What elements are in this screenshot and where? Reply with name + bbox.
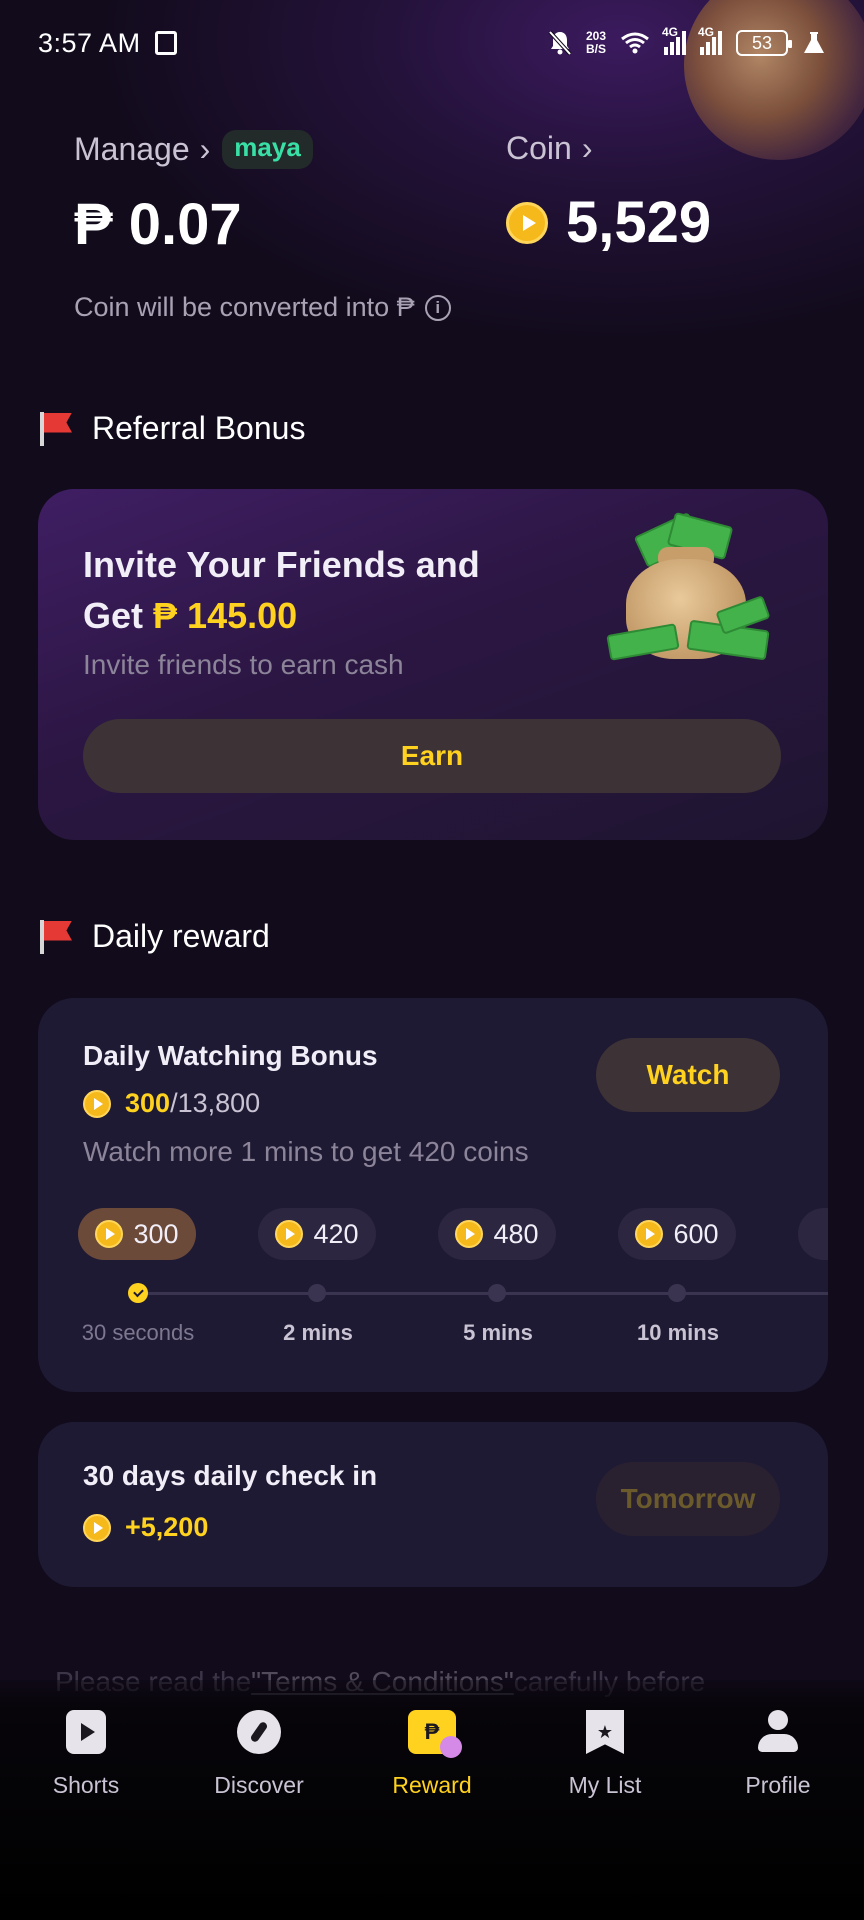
daily-watching-title: Daily Watching Bonus <box>83 1040 378 1071</box>
coin-icon <box>275 1220 304 1248</box>
nav-my-list[interactable]: ★ My List <box>530 1710 680 1799</box>
cash-amount: ₱ 0.07 <box>74 192 242 257</box>
coin-icon <box>95 1220 124 1248</box>
milestone-pill: 600 <box>618 1208 736 1260</box>
coin-amount-row: 5,529 <box>506 189 711 256</box>
nav-profile[interactable]: Profile <box>703 1710 853 1799</box>
battery-icon: 53 <box>736 30 792 56</box>
nav-label: Reward <box>392 1772 472 1798</box>
info-icon[interactable]: i <box>424 294 451 321</box>
app-notification-icon <box>154 31 177 55</box>
bottom-nav: Shorts Discover ₱ Reward ★ My List Profi… <box>0 1680 864 1920</box>
milestone-label: 5 mins <box>463 1320 533 1345</box>
tomorrow-button: Tomorrow <box>596 1462 780 1536</box>
cell-signal-1-icon: 4G <box>662 25 686 55</box>
milestone-label: 10 mins <box>637 1320 719 1345</box>
milestone-pill: 420 <box>258 1208 376 1260</box>
nav-discover[interactable]: Discover <box>184 1710 334 1799</box>
referral-heading: Referral Bonus <box>38 410 305 447</box>
milestone-label: 30 seconds <box>81 1320 195 1345</box>
status-icons: 203 B/S 4G 4G 53 <box>548 25 826 56</box>
notifications-off-icon <box>548 30 572 56</box>
referral-title: Invite Your Friends and Get ₱ 145.00 <box>83 544 480 636</box>
milestone-dot <box>488 1284 506 1302</box>
coin-icon <box>635 1220 664 1248</box>
daily-hint: Watch more 1 mins to get 420 coins <box>83 1136 529 1167</box>
referral-amount: ₱ 145.00 <box>153 595 298 636</box>
checkin-title: 30 days daily check in <box>83 1460 378 1491</box>
earn-button[interactable]: Earn <box>83 719 781 793</box>
watch-button[interactable]: Watch <box>596 1038 780 1112</box>
network-speed: 203 B/S <box>585 29 606 56</box>
milestone-pill: 480 <box>438 1208 556 1260</box>
red-flag-icon <box>38 919 74 954</box>
checkin-reward: +5,200 <box>83 1512 208 1543</box>
nav-label: Profile <box>745 1772 811 1798</box>
milestone-dot <box>668 1284 686 1302</box>
coin-icon <box>455 1220 484 1248</box>
coin-amount: 5,529 <box>566 190 712 255</box>
cash-balance: Manage › maya ₱ 0.07 <box>74 130 313 258</box>
daily-progress: 300/13,800 <box>83 1088 260 1119</box>
milestone-label: 2 mins <box>283 1320 353 1345</box>
nav-label: Discover <box>214 1772 304 1798</box>
person-icon <box>756 1710 800 1754</box>
conversion-note: Coin will be converted into ₱ i <box>74 292 451 323</box>
flask-icon <box>804 32 824 53</box>
coin-icon <box>83 1089 111 1118</box>
status-time: 3:57 AM <box>38 27 141 58</box>
status-bar: 3:57 AM 203 B/S 4G 4G 53 <box>0 0 864 86</box>
coin-icon <box>506 201 548 244</box>
coin-icon <box>83 1513 111 1542</box>
coin-balance: Coin › 5,529 <box>506 130 711 256</box>
milestone-track: 300 30 seconds 420 2 mins 480 5 mins 600… <box>38 1208 828 1358</box>
milestone-check-dot <box>128 1283 148 1303</box>
milestone-pill: 300 <box>78 1208 196 1260</box>
chevron-right-icon: › <box>199 131 211 167</box>
nav-label: Shorts <box>52 1772 120 1798</box>
referral-card: Invite Your Friends and Get ₱ 145.00 Inv… <box>38 489 828 840</box>
referral-subtitle: Invite friends to earn cash <box>83 649 404 680</box>
milestone-dot <box>308 1284 326 1302</box>
daily-reward-heading: Daily reward <box>38 918 270 955</box>
nav-label: My List <box>568 1772 642 1798</box>
nav-reward[interactable]: ₱ Reward <box>357 1710 507 1799</box>
wifi-icon <box>621 32 649 54</box>
compass-icon <box>237 1710 281 1754</box>
money-bag-icon <box>606 511 778 669</box>
daily-watching-card: Daily Watching Bonus 300/13,800 Watch mo… <box>38 998 828 1392</box>
milestone-pill <box>798 1208 828 1260</box>
manage-link[interactable]: Manage › maya <box>74 130 313 169</box>
maya-badge: maya <box>222 130 313 169</box>
nav-shorts[interactable]: Shorts <box>11 1710 161 1799</box>
bookmark-star-icon: ★ <box>586 1710 624 1754</box>
reward-icon: ₱ <box>408 1710 462 1758</box>
milestone-label: 2 <box>778 1320 828 1346</box>
shorts-icon <box>66 1710 106 1754</box>
chevron-right-icon: › <box>581 130 593 166</box>
coin-link[interactable]: Coin › <box>506 130 711 167</box>
red-flag-icon <box>38 411 74 446</box>
milestone-line <box>138 1292 828 1295</box>
cell-signal-2-icon: 4G <box>698 25 722 55</box>
daily-checkin-card: 30 days daily check in +5,200 Tomorrow <box>38 1422 828 1587</box>
